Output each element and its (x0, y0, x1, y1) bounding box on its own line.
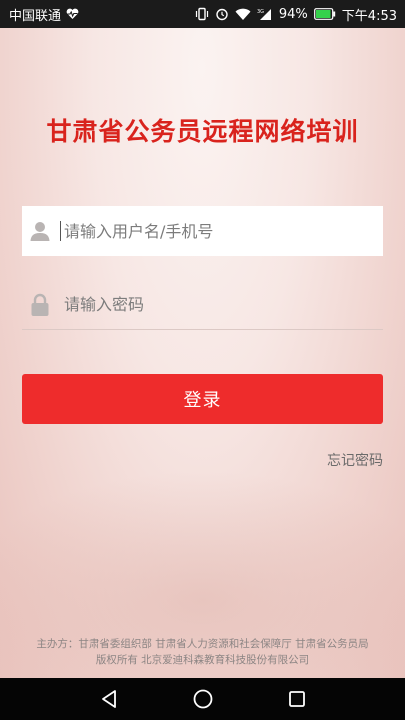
password-field[interactable] (22, 280, 383, 330)
password-input[interactable] (64, 295, 364, 314)
battery-percent: 94% (278, 6, 308, 22)
footer: 主办方：甘肃省委组织部 甘肃省人力资源和社会保障厅 甘肃省公务员局 版权所有 北… (0, 636, 405, 668)
login-button[interactable]: 登录 (22, 374, 383, 424)
login-screen: 中国联通 3G 94% 下午4:53 甘肃省公务员远程网络培训 请输入用户名/手… (0, 0, 405, 678)
footer-copyright: 版权所有 北京爱迪科森教育科技股份有限公司 (95, 654, 310, 666)
user-icon (24, 215, 56, 247)
username-input[interactable] (64, 221, 364, 241)
clock: 下午4:53 (341, 8, 397, 24)
wifi-icon (235, 8, 251, 21)
status-bar: 中国联通 3G 94% 下午4:53 (0, 0, 405, 28)
vibrate-icon (195, 7, 209, 21)
lock-icon (24, 289, 56, 321)
battery-icon (313, 8, 336, 20)
footer-sponsors: 主办方：甘肃省委组织部 甘肃省人力资源和社会保障厅 甘肃省公务员局 (36, 638, 369, 650)
alarm-icon (215, 7, 229, 21)
home-icon[interactable] (190, 686, 216, 712)
forgot-password-link[interactable]: 忘记密码 (327, 450, 383, 470)
app-title: 甘肃省公务员远程网络培训 (46, 117, 359, 146)
back-icon[interactable] (96, 686, 122, 712)
svg-text:3G: 3G (257, 9, 264, 15)
navigation-bar (0, 678, 405, 720)
carrier-label: 中国联通 (9, 8, 62, 24)
heart-pulse-icon (66, 8, 79, 20)
text-cursor (60, 221, 61, 241)
username-field[interactable] (22, 206, 383, 256)
recents-icon[interactable] (284, 686, 310, 712)
signal-icon: 3G (257, 8, 273, 21)
